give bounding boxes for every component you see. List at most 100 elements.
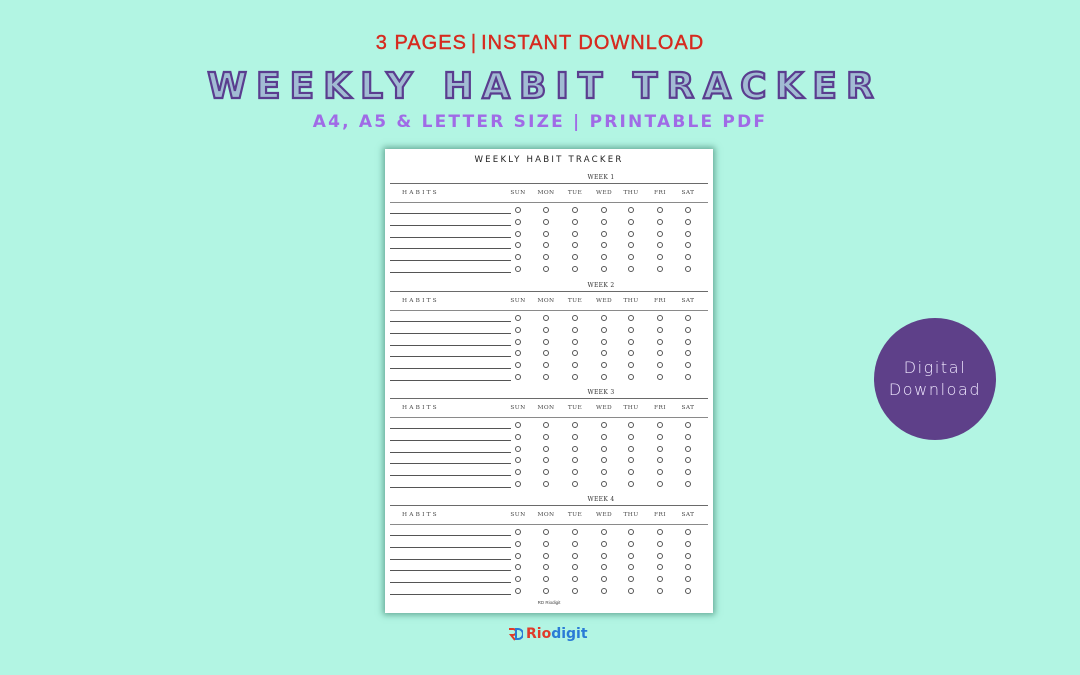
check-circle-icon: [628, 326, 634, 333]
check-circle-icon: [543, 241, 549, 248]
habit-row: [385, 229, 713, 240]
check-circle-icon: [515, 480, 521, 487]
check-circle-icon: [657, 552, 663, 559]
check-circle-icon: [657, 587, 663, 594]
day-header: FRI: [654, 512, 666, 518]
check-circle-icon: [572, 373, 578, 380]
check-circle-icon: [543, 230, 549, 237]
day-header: SUN: [510, 298, 526, 304]
check-circle-icon: [572, 206, 578, 213]
instant-download-text: INSTANT DOWNLOAD: [481, 32, 705, 54]
day-header: THU: [623, 190, 639, 196]
check-circle-icon: [628, 314, 634, 321]
check-circle-icon: [601, 326, 607, 333]
check-circle-icon: [572, 349, 578, 356]
check-circle-icon: [628, 265, 634, 272]
habit-write-line: [390, 440, 511, 441]
check-circle-icon: [685, 218, 691, 225]
check-circle-icon: [572, 241, 578, 248]
check-circle-icon: [515, 433, 521, 440]
check-circle-icon: [515, 445, 521, 452]
check-circle-icon: [543, 528, 549, 535]
check-circle-icon: [657, 314, 663, 321]
habit-write-line: [390, 428, 511, 429]
check-circle-icon: [628, 241, 634, 248]
habit-row: [385, 252, 713, 263]
check-circle-icon: [543, 540, 549, 547]
check-circle-icon: [685, 456, 691, 463]
brand-name-digit: digit: [551, 626, 588, 642]
check-circle-icon: [628, 575, 634, 582]
check-circle-icon: [572, 421, 578, 428]
check-circle-icon: [628, 552, 634, 559]
day-header: SUN: [510, 190, 526, 196]
habit-row: [385, 325, 713, 336]
check-circle-icon: [572, 528, 578, 535]
check-circle-icon: [685, 338, 691, 345]
check-circle-icon: [543, 421, 549, 428]
check-circle-icon: [515, 575, 521, 582]
check-circle-icon: [515, 540, 521, 547]
habits-header: HABITS: [402, 298, 439, 304]
brand-name-rio: Rio: [526, 626, 552, 642]
habit-write-line: [390, 463, 511, 464]
check-circle-icon: [601, 361, 607, 368]
habit-row: [385, 539, 713, 550]
check-circle-icon: [628, 230, 634, 237]
badge-line-1: Digital: [903, 358, 967, 377]
check-circle-icon: [601, 587, 607, 594]
check-circle-icon: [543, 587, 549, 594]
check-circle-icon: [628, 563, 634, 570]
check-circle-icon: [601, 480, 607, 487]
habit-write-line: [390, 345, 511, 346]
check-circle-icon: [601, 456, 607, 463]
check-circle-icon: [543, 373, 549, 380]
check-circle-icon: [628, 373, 634, 380]
habit-row: [385, 420, 713, 431]
check-circle-icon: [657, 421, 663, 428]
habits-header: HABITS: [402, 190, 439, 196]
check-circle-icon: [515, 326, 521, 333]
check-circle-icon: [543, 338, 549, 345]
habit-write-line: [390, 213, 511, 214]
check-circle-icon: [543, 361, 549, 368]
habit-row: [385, 574, 713, 585]
check-circle-icon: [657, 445, 663, 452]
promo-line: 3 PAGES | INSTANT DOWNLOAD: [0, 32, 1080, 55]
week-section: WEEK 2 HABITS SUN MON TUE WED THU FRI SAT: [385, 282, 713, 389]
day-header: THU: [623, 512, 639, 518]
habit-row: [385, 527, 713, 538]
check-circle-icon: [685, 433, 691, 440]
habit-write-line: [390, 559, 511, 560]
week-label: WEEK 1: [587, 174, 615, 181]
check-circle-icon: [628, 540, 634, 547]
habit-row: [385, 372, 713, 383]
check-circle-icon: [601, 552, 607, 559]
check-circle-icon: [657, 253, 663, 260]
check-circle-icon: [628, 528, 634, 535]
day-header: MON: [537, 512, 555, 518]
habit-row: [385, 240, 713, 251]
habit-row: [385, 467, 713, 478]
check-circle-icon: [685, 528, 691, 535]
check-circle-icon: [601, 563, 607, 570]
check-circle-icon: [601, 241, 607, 248]
check-circle-icon: [543, 253, 549, 260]
check-circle-icon: [601, 218, 607, 225]
day-header: TUE: [567, 512, 583, 518]
check-circle-icon: [628, 218, 634, 225]
check-circle-icon: [601, 265, 607, 272]
check-circle-icon: [572, 265, 578, 272]
day-header: SAT: [681, 512, 695, 518]
check-circle-icon: [628, 349, 634, 356]
habit-write-line: [390, 368, 511, 369]
habit-write-line: [390, 452, 511, 453]
check-circle-icon: [515, 253, 521, 260]
day-header: FRI: [654, 298, 666, 304]
sheet-footer: RD Riodigit: [537, 600, 561, 605]
check-circle-icon: [515, 587, 521, 594]
habit-write-line: [390, 475, 511, 476]
check-circle-icon: [515, 206, 521, 213]
check-circle-icon: [543, 480, 549, 487]
habit-row: [385, 360, 713, 371]
